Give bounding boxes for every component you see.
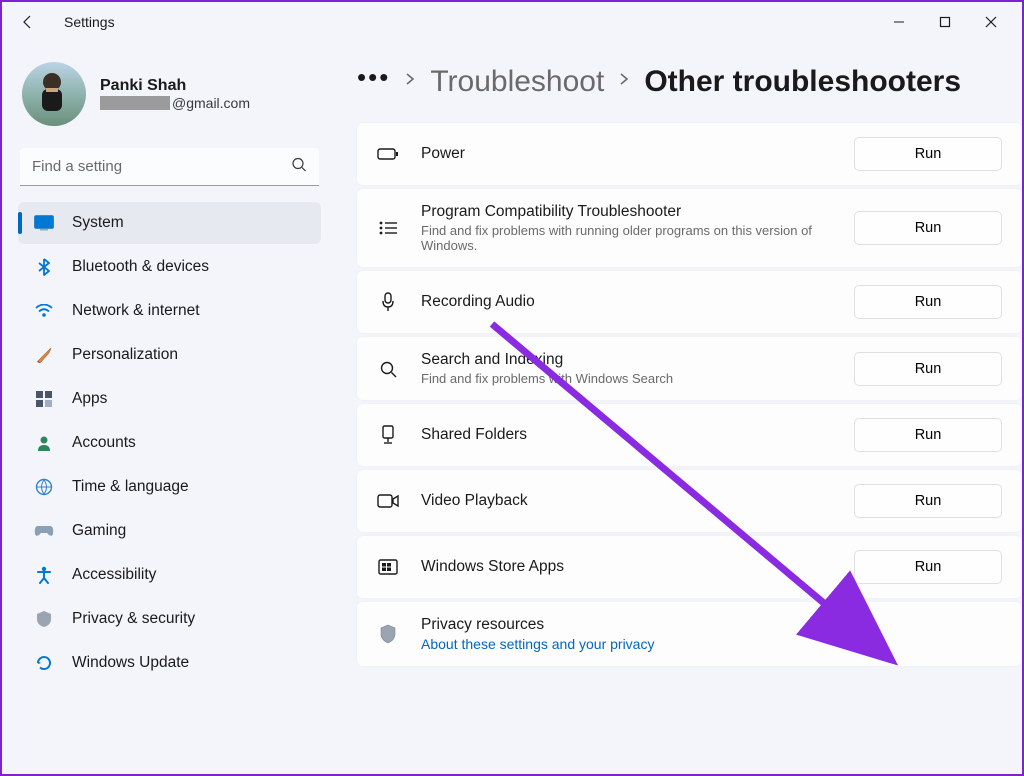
windows-apps-icon <box>377 556 399 578</box>
privacy-link[interactable]: About these settings and your privacy <box>421 636 1002 652</box>
troubleshooter-shared-folders[interactable]: Shared Folders Run <box>357 404 1022 466</box>
sidebar-item-label: System <box>72 214 124 232</box>
breadcrumb-parent[interactable]: Troubleshoot <box>430 65 604 99</box>
sidebar-item-system[interactable]: System <box>18 202 321 244</box>
card-title: Privacy resources <box>421 616 1002 634</box>
card-description: Find and fix problems with running older… <box>421 223 821 253</box>
profile-email: @gmail.com <box>100 95 250 111</box>
sidebar-nav: System Bluetooth & devices Network & int… <box>14 202 325 684</box>
bluetooth-icon <box>34 257 54 277</box>
microphone-icon <box>377 291 399 313</box>
wifi-icon <box>34 301 54 321</box>
gamepad-icon <box>34 521 54 541</box>
card-description: Find and fix problems with Windows Searc… <box>421 371 821 386</box>
system-icon <box>34 213 54 233</box>
sidebar-item-accounts[interactable]: Accounts <box>18 422 321 464</box>
run-button[interactable]: Run <box>854 418 1002 452</box>
chevron-right-icon <box>404 72 416 91</box>
troubleshooter-recording-audio[interactable]: Recording Audio Run <box>357 271 1022 333</box>
troubleshooter-video-playback[interactable]: Video Playback Run <box>357 470 1022 532</box>
sidebar-item-privacy[interactable]: Privacy & security <box>18 598 321 640</box>
globe-clock-icon <box>34 477 54 497</box>
search-input[interactable] <box>20 148 319 186</box>
sidebar-item-network[interactable]: Network & internet <box>18 290 321 332</box>
sidebar-item-windows-update[interactable]: Windows Update <box>18 642 321 684</box>
sidebar-item-label: Bluetooth & devices <box>72 258 209 276</box>
close-button[interactable] <box>968 6 1014 38</box>
run-button[interactable]: Run <box>854 352 1002 386</box>
shield-icon <box>377 623 399 645</box>
update-icon <box>34 653 54 673</box>
card-title: Video Playback <box>421 492 854 510</box>
breadcrumb-current: Other troubleshooters <box>644 65 961 99</box>
titlebar: Settings <box>2 2 1022 42</box>
card-title: Search and Indexing <box>421 351 854 369</box>
troubleshooter-windows-store[interactable]: Windows Store Apps Run <box>357 536 1022 598</box>
shared-folder-icon <box>377 424 399 446</box>
run-button[interactable]: Run <box>854 484 1002 518</box>
sidebar-item-label: Accessibility <box>72 566 156 584</box>
shield-icon <box>34 609 54 629</box>
sidebar-item-gaming[interactable]: Gaming <box>18 510 321 552</box>
sidebar-item-label: Windows Update <box>72 654 189 672</box>
run-button[interactable]: Run <box>854 137 1002 171</box>
card-title: Program Compatibility Troubleshooter <box>421 203 854 221</box>
sidebar-item-accessibility[interactable]: Accessibility <box>18 554 321 596</box>
list-icon <box>377 217 399 239</box>
sidebar-item-label: Gaming <box>72 522 126 540</box>
sidebar-item-label: Network & internet <box>72 302 200 320</box>
back-button[interactable] <box>10 4 46 40</box>
breadcrumb: ••• Troubleshoot Other troubleshooters <box>357 62 1022 101</box>
minimize-button[interactable] <box>876 6 922 38</box>
accessibility-icon <box>34 565 54 585</box>
sidebar-item-label: Apps <box>72 390 107 408</box>
chevron-right-icon <box>618 72 630 91</box>
breadcrumb-more-icon[interactable]: ••• <box>357 62 390 101</box>
apps-icon <box>34 389 54 409</box>
video-icon <box>377 490 399 512</box>
sidebar-item-label: Privacy & security <box>72 610 195 628</box>
sidebar-item-label: Time & language <box>72 478 189 496</box>
avatar <box>22 62 86 126</box>
search-icon <box>377 358 399 380</box>
brush-icon <box>34 345 54 365</box>
sidebar-item-personalization[interactable]: Personalization <box>18 334 321 376</box>
run-button[interactable]: Run <box>854 550 1002 584</box>
profile-name: Panki Shah <box>100 77 250 95</box>
window-title: Settings <box>64 14 115 30</box>
troubleshooter-power[interactable]: Power Run <box>357 123 1022 185</box>
sidebar-item-bluetooth[interactable]: Bluetooth & devices <box>18 246 321 288</box>
sidebar-item-time-language[interactable]: Time & language <box>18 466 321 508</box>
troubleshooter-search-indexing[interactable]: Search and Indexing Find and fix problem… <box>357 337 1022 400</box>
maximize-button[interactable] <box>922 6 968 38</box>
troubleshooter-list: Power Run Program Compatibility Troubles… <box>357 123 1022 666</box>
sidebar: Panki Shah @gmail.com System Bluetooth &… <box>2 42 337 774</box>
person-icon <box>34 433 54 453</box>
sidebar-item-apps[interactable]: Apps <box>18 378 321 420</box>
run-button[interactable]: Run <box>854 211 1002 245</box>
troubleshooter-program-compat[interactable]: Program Compatibility Troubleshooter Fin… <box>357 189 1022 267</box>
battery-icon <box>377 143 399 165</box>
profile-block[interactable]: Panki Shah @gmail.com <box>14 52 325 144</box>
content-pane: ••• Troubleshoot Other troubleshooters P… <box>337 42 1022 774</box>
card-title: Windows Store Apps <box>421 558 854 576</box>
card-title: Shared Folders <box>421 426 854 444</box>
card-title: Recording Audio <box>421 293 854 311</box>
search-wrap <box>20 148 319 186</box>
email-redacted <box>100 96 170 110</box>
sidebar-item-label: Personalization <box>72 346 178 364</box>
window-controls <box>876 6 1014 38</box>
card-title: Power <box>421 145 854 163</box>
troubleshooter-privacy-resources[interactable]: Privacy resources About these settings a… <box>357 602 1022 666</box>
run-button[interactable]: Run <box>854 285 1002 319</box>
sidebar-item-label: Accounts <box>72 434 136 452</box>
search-icon <box>291 157 307 178</box>
